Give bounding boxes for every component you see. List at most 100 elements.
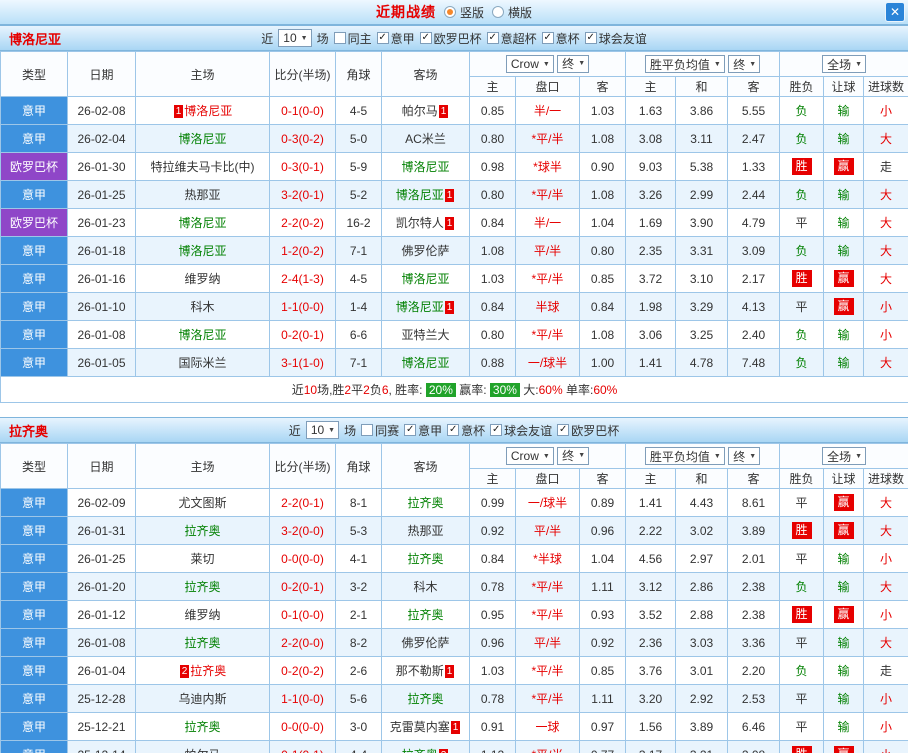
checkbox-icon[interactable] (333, 32, 346, 44)
league-cell: 意甲 (0, 236, 68, 265)
handicap-result-cell: 输 (823, 236, 865, 265)
home-team-cell: 博洛尼亚 (135, 320, 270, 349)
summary-part: 场,胜 (317, 383, 345, 397)
filter-checkboxes: 同赛 ✓ 意甲 ✓ 意杯 ✓ 球会友谊 ✓ 欧罗巴杯 (361, 422, 619, 439)
odds-company-select[interactable]: Crow ▼ (505, 55, 554, 74)
avg-away-cell: 2.08 (726, 740, 781, 753)
odds-final-select[interactable]: 终 ▼ (557, 446, 590, 465)
avg-home-cell: 2.36 (625, 628, 676, 657)
avg-draw-cell: 2.86 (675, 572, 728, 601)
match-count-select[interactable]: 10 ▼ (278, 29, 312, 47)
home-team-cell: 拉齐奥 (135, 516, 270, 545)
league-cell: 欧罗巴杯 (0, 152, 68, 181)
avg-home-cell: 1.63 (625, 96, 676, 125)
filter-checkbox-欧罗巴杯[interactable]: ✓ 欧罗巴杯 (557, 422, 619, 439)
filter-checkbox-同赛[interactable]: 同赛 (361, 422, 399, 439)
summary-part: 平 (351, 383, 364, 397)
checkbox-icon[interactable] (361, 424, 374, 436)
goals-value: 大 (880, 636, 893, 650)
result-cell: 平 (779, 544, 825, 573)
goals-value: 大 (880, 244, 893, 258)
col-header-odds-away: 客 (579, 468, 626, 489)
match-row: 意甲 26-01-05 国际米兰 3-1(1-0) 7-1 博洛尼亚 0.88 一/球半 1.0… (0, 348, 908, 377)
filter-checkbox-意杯[interactable]: ✓ 意杯 (447, 422, 485, 439)
away-team-cell: 热那亚 (381, 516, 470, 545)
corner-cell: 6-6 (335, 320, 382, 349)
summary-part: 2 (363, 383, 370, 397)
checkbox-label: 意甲 (418, 423, 443, 438)
odds-away-cell: 1.08 (579, 124, 626, 153)
goals-value: 小 (880, 300, 893, 314)
scope-select[interactable]: 全场 ▼ (822, 447, 867, 465)
checkbox-icon[interactable]: ✓ (419, 32, 432, 44)
close-icon[interactable]: ✕ (885, 2, 905, 22)
avg-away-cell: 4.79 (726, 208, 781, 237)
away-team-cell: 佛罗伦萨 (381, 628, 470, 657)
checkbox-label: 球会友谊 (504, 423, 553, 438)
goals-cell: 大 (863, 180, 908, 209)
avg-final-select[interactable]: 终 ▼ (728, 55, 761, 73)
checkbox-icon[interactable]: ✓ (557, 424, 570, 436)
handicap-result-cell: 赢 (823, 516, 865, 545)
handicap-result-value: 输 (837, 104, 850, 118)
checkbox-icon[interactable]: ✓ (584, 32, 597, 44)
checkbox-icon[interactable]: ✓ (541, 32, 554, 44)
odds-away-cell: 1.03 (579, 96, 626, 125)
filter-checkbox-意杯[interactable]: ✓ 意杯 (541, 30, 580, 47)
score-cell: 0-1(0-0) (269, 96, 336, 125)
match-row: 意甲 26-02-08 1 博洛尼亚 0-1(0-0) 4-5 帕尔马 1 0.85 半/一 1.0… (0, 96, 908, 125)
checkbox-icon[interactable]: ✓ (404, 424, 417, 436)
away-team-cell: 亚特兰大 (381, 320, 470, 349)
filter-checkbox-球会友谊[interactable]: ✓ 球会友谊 (584, 30, 647, 47)
checkbox-icon[interactable]: ✓ (447, 424, 460, 436)
checkbox-icon[interactable]: ✓ (486, 32, 499, 44)
layout-radio-vertical[interactable]: 竖版 (443, 4, 484, 21)
layout-radio-horizontal[interactable]: 横版 (492, 4, 532, 21)
odds-away-cell: 1.00 (579, 348, 626, 377)
filter-checkbox-意甲[interactable]: ✓ 意甲 (404, 422, 442, 439)
checkbox-icon[interactable]: ✓ (490, 424, 503, 436)
league-cell: 意甲 (0, 656, 68, 685)
filter-checkbox-欧罗巴杯[interactable]: ✓ 欧罗巴杯 (419, 30, 482, 47)
handicap-result-value: 赢 (833, 606, 854, 623)
date-cell: 26-02-09 (67, 488, 136, 517)
result-cell: 负 (779, 656, 825, 685)
filter-checkbox-球会友谊[interactable]: ✓ 球会友谊 (490, 422, 552, 439)
corner-cell: 4-4 (335, 740, 382, 753)
handicap-result-value: 输 (837, 188, 850, 202)
home-team-cell: 拉齐奥 (135, 628, 270, 657)
summary-part: 60% (593, 383, 618, 397)
radio-icon[interactable] (443, 6, 456, 18)
result-cell: 胜 (779, 516, 825, 545)
filter-bar: 近 10 ▼ 场 同赛 ✓ 意甲 ✓ 意杯 ✓ 球会友谊 ✓ 欧罗巴杯 (0, 418, 908, 442)
col-header-avg-draw: 和 (675, 76, 728, 97)
filter-checkbox-意超杯[interactable]: ✓ 意超杯 (486, 30, 537, 47)
col-header-result: 胜负 (779, 76, 825, 97)
avg-odds-select[interactable]: 胜平负均值 ▼ (644, 55, 725, 73)
home-team-cell: 1 博洛尼亚 (135, 96, 270, 125)
avg-final-select[interactable]: 终 ▼ (728, 447, 761, 465)
avg-home-cell: 3.12 (625, 572, 676, 601)
team-name: 科木 (190, 300, 215, 314)
team-name-heading: 拉齐奥 (9, 423, 49, 439)
goals-cell: 走 (863, 152, 908, 181)
odds-final-select[interactable]: 终 ▼ (557, 54, 590, 73)
match-count-select[interactable]: 10 ▼ (305, 421, 340, 439)
avg-odds-select[interactable]: 胜平负均值 ▼ (644, 447, 725, 465)
scope-select[interactable]: 全场 ▼ (822, 55, 867, 73)
handicap-cell: 半球 (515, 292, 580, 321)
team-name: 尤文图斯 (178, 496, 227, 510)
checkbox-icon[interactable]: ✓ (376, 32, 389, 44)
odds-company-select[interactable]: Crow ▼ (505, 447, 554, 466)
team-rank-badge: 2 (438, 749, 449, 753)
radio-icon[interactable] (492, 6, 504, 18)
filter-checkbox-同主[interactable]: 同主 (333, 30, 372, 47)
handicap-cell: 一/球半 (515, 348, 580, 377)
avg-draw-cell: 3.01 (675, 656, 728, 685)
select-value: Crow (510, 57, 539, 72)
away-team-cell: 帕尔马 1 (381, 96, 470, 125)
corner-cell: 3-2 (335, 572, 382, 601)
match-row: 意甲 25-12-21 拉齐奥 0-0(0-0) 3-0 克雷莫内塞 1 0.91 一球 0.97… (0, 712, 908, 741)
date-cell: 26-01-08 (67, 320, 136, 349)
filter-checkbox-意甲[interactable]: ✓ 意甲 (376, 30, 415, 47)
